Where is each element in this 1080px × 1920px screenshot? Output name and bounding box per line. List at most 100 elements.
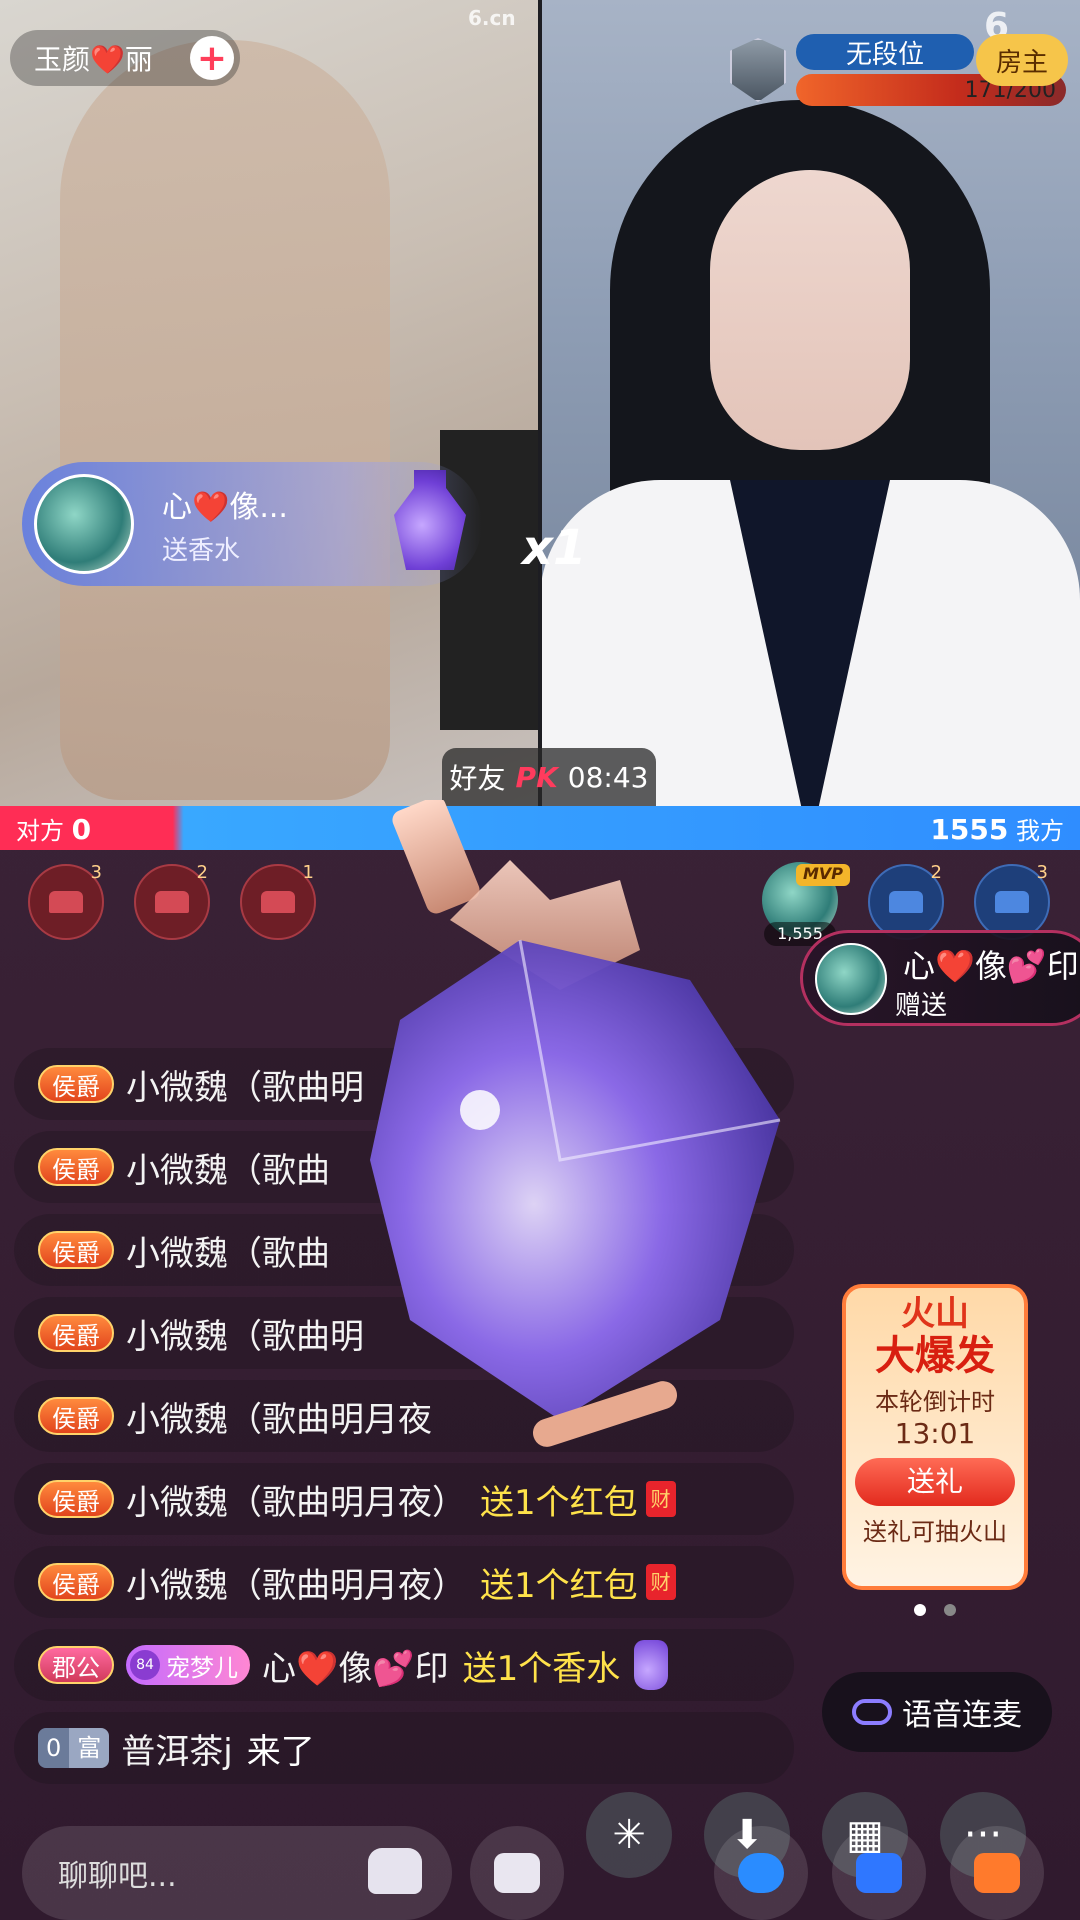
game-button[interactable] (714, 1826, 808, 1920)
sofa-icon (995, 891, 1029, 913)
volcano-title-2: 大爆发 (875, 1333, 995, 1379)
opponent-score: 0 (71, 812, 92, 846)
chat-placeholder: 聊聊吧... (58, 1859, 177, 1894)
chat-user[interactable]: 小微魏（歌曲明 (126, 1060, 364, 1109)
volcano-event-card[interactable]: 火山 大爆发 本轮倒计时 13:01 送礼 送礼可抽火山 (842, 1284, 1028, 1590)
volcano-title-1: 火山 (901, 1294, 969, 1334)
sparkle-icon: ✳ (612, 1812, 646, 1858)
sofa-icon[interactable] (368, 1848, 422, 1894)
sparkle-button[interactable]: ✳ (586, 1792, 672, 1878)
sofa-icon (155, 891, 189, 913)
avatar[interactable] (815, 943, 887, 1015)
pk-logo: PK (515, 760, 558, 794)
sofa-icon (261, 891, 295, 913)
voice-link-label: 语音连麦 (902, 1698, 1022, 1733)
follow-button[interactable]: + (190, 36, 234, 80)
volcano-countdown: 13:01 (894, 1417, 976, 1450)
chat-text: 送1个香水 (462, 1648, 621, 1689)
seat-rank: 3 (90, 862, 102, 883)
toast-sender: 心❤️像💕印 (903, 947, 1079, 985)
opponent-seat-2[interactable]: 2 (134, 862, 210, 940)
chat-text: 来了 (246, 1731, 315, 1772)
fan-club-badge: 84 宠梦儿 (126, 1645, 250, 1685)
opponent-host-name: 玉颜❤️丽 (34, 43, 153, 76)
opponent-label: 对方 (16, 816, 64, 845)
carousel-dot-active[interactable] (914, 1604, 926, 1616)
noble-badge: 侯爵 (38, 1480, 114, 1518)
noble-badge: 侯爵 (38, 1314, 114, 1352)
noble-badge: 侯爵 (38, 1397, 114, 1435)
sofa-icon (889, 891, 923, 913)
opponent-seat-1[interactable]: 1 (240, 862, 316, 940)
vip-icon (856, 1853, 902, 1893)
gift-multiplier: x1 (522, 520, 587, 576)
chat-input[interactable]: 聊聊吧... (22, 1826, 452, 1920)
wealth-badge: 0 富 (38, 1728, 110, 1768)
vip-button[interactable] (832, 1826, 926, 1920)
chat-enter-message: 0 富 普洱茶j 来了 (14, 1712, 794, 1784)
video-divider (538, 0, 542, 806)
send-gift-button[interactable]: 送礼 (855, 1458, 1015, 1506)
link-icon (852, 1699, 892, 1725)
own-score: 1555 (930, 812, 1009, 846)
opponent-host-chip[interactable]: 玉颜❤️丽 + (10, 30, 240, 86)
seat-rank: 1 (302, 862, 314, 883)
message-icon (494, 1853, 540, 1893)
seat-rank: 3 (1036, 862, 1048, 883)
noble-badge: 侯爵 (38, 1231, 114, 1269)
red-envelope-icon: 财 (645, 1481, 676, 1517)
own-video[interactable] (540, 0, 1080, 806)
streamer-face (710, 170, 910, 450)
chat-user[interactable]: 心❤️像💕印 (262, 1641, 449, 1690)
seat-rank: 2 (930, 862, 942, 883)
own-label: 我方 (1016, 816, 1064, 845)
perfume-gift-animation (370, 800, 781, 1447)
chat-text: 送1个红包 (480, 1482, 638, 1523)
pk-mode: 好友 (449, 762, 506, 795)
fan-level: 84 (130, 1650, 160, 1680)
wealth-label: 富 (69, 1728, 110, 1768)
volcano-countdown-label: 本轮倒计时 (875, 1388, 995, 1416)
toast-action: 赠送 (895, 991, 948, 1021)
seat-rank: 2 (196, 862, 208, 883)
gift-toast: 心❤️像💕印 赠送 (800, 930, 1080, 1026)
opponent-video[interactable] (0, 0, 540, 806)
avatar[interactable] (34, 474, 134, 574)
chat-user[interactable]: 小微魏（歌曲 (126, 1143, 330, 1192)
pk-timer: 08:43 (567, 760, 649, 794)
chat-text: 送1个红包 (480, 1565, 638, 1606)
noble-badge: 侯爵 (38, 1563, 114, 1601)
gift-button[interactable] (950, 1826, 1044, 1920)
chat-user[interactable]: 小微魏（歌曲明 (126, 1309, 364, 1358)
chat-message: 侯爵 小微魏（歌曲明月夜） 送1个红包 财 (14, 1463, 794, 1535)
red-envelope-icon: 财 (645, 1564, 676, 1600)
game-icon (738, 1853, 784, 1893)
chat-gift-message: 郡公 84 宠梦儿 心❤️像💕印 送1个香水 (14, 1629, 794, 1701)
wealth-level: 0 (38, 1728, 70, 1768)
carousel-dots[interactable] (914, 1604, 956, 1616)
chat-user[interactable]: 小微魏（歌曲明月夜） (126, 1558, 466, 1607)
perfume-icon (634, 1640, 669, 1690)
sofa-icon (49, 891, 83, 913)
gift-icon (974, 1853, 1020, 1893)
message-button[interactable] (470, 1826, 564, 1920)
volcano-tip: 送礼可抽火山 (863, 1518, 1007, 1546)
own-seat-2[interactable]: 2 (868, 862, 944, 940)
own-seat-3[interactable]: 3 (974, 862, 1050, 940)
chat-message: 侯爵 小微魏（歌曲明月夜） 送1个红包 财 (14, 1546, 794, 1618)
own-score-group: 1555 我方 (930, 811, 1064, 846)
chat-user[interactable]: 小微魏（歌曲 (126, 1226, 330, 1275)
rank-label[interactable]: 无段位 (796, 34, 974, 70)
chat-user[interactable]: 小微魏（歌曲明月夜） (126, 1475, 466, 1524)
owner-badge: 房主 (976, 34, 1068, 86)
noble-badge: 侯爵 (38, 1065, 114, 1103)
opponent-seat-3[interactable]: 3 (28, 862, 104, 940)
gift-sender-name: 心❤️像... (162, 490, 288, 525)
chat-user[interactable]: 普洱茶j (121, 1724, 232, 1773)
fan-club-name: 宠梦儿 (166, 1653, 238, 1682)
noble-badge: 侯爵 (38, 1148, 114, 1186)
carousel-dot[interactable] (944, 1604, 956, 1616)
noble-badge: 郡公 (38, 1646, 114, 1684)
voice-link-button[interactable]: 语音连麦 (822, 1672, 1052, 1752)
gift-action: 送香水 (162, 536, 241, 566)
